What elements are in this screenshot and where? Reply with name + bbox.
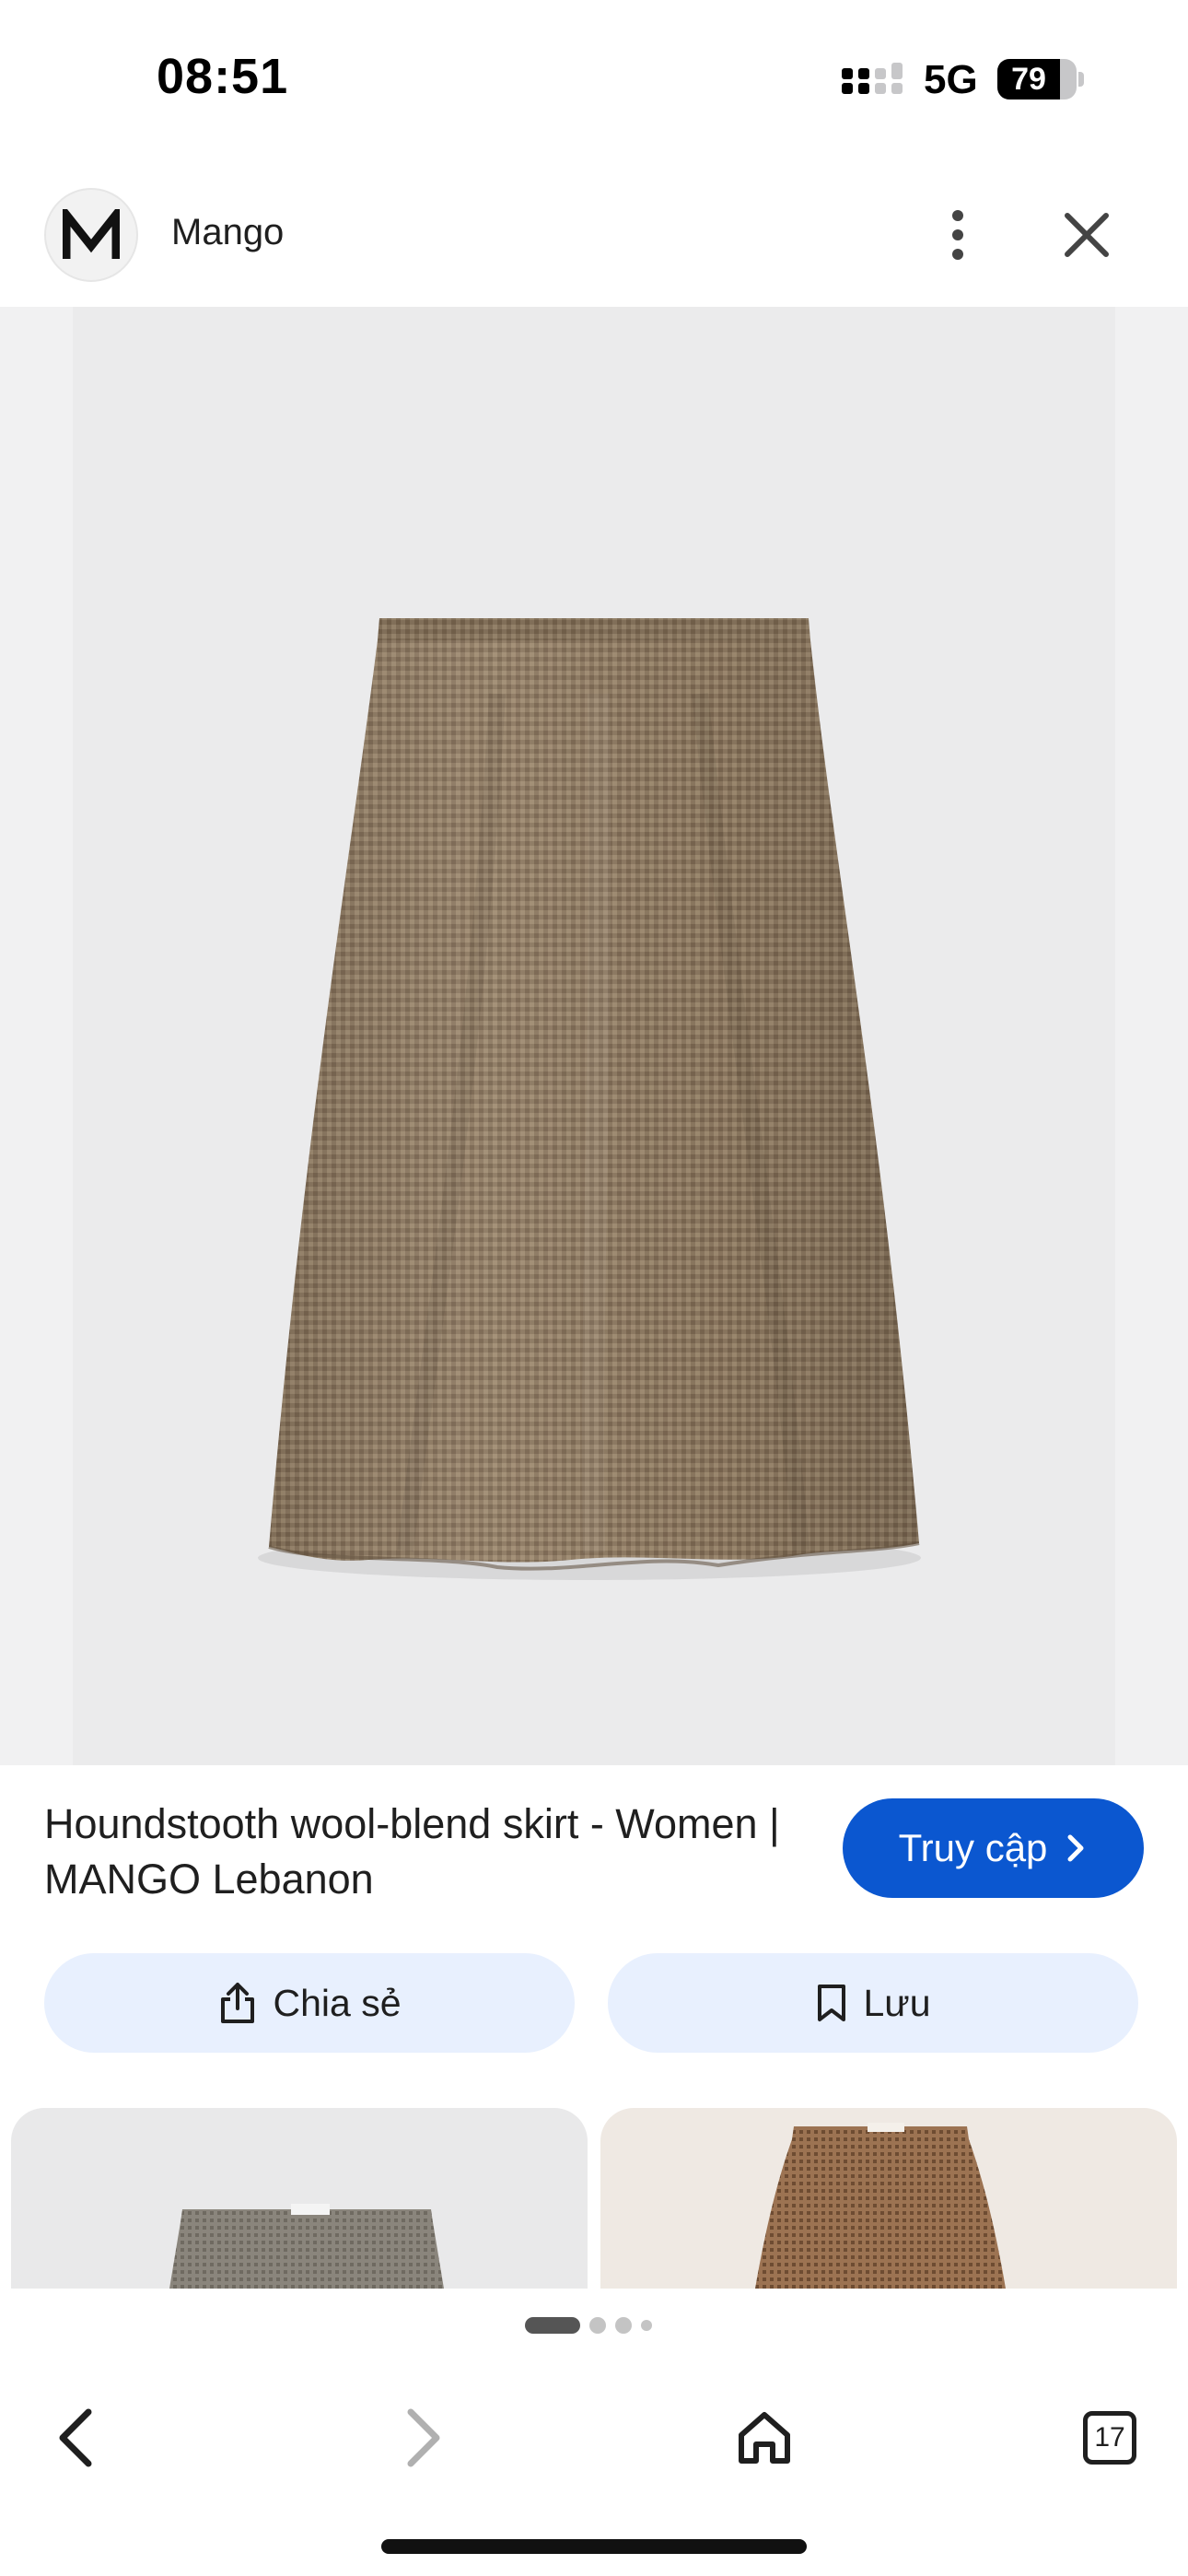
page-dot-active [525, 2317, 580, 2334]
mango-logo-icon [63, 209, 120, 259]
more-options-button[interactable] [926, 203, 990, 267]
forward-button[interactable] [376, 2392, 468, 2484]
product-title[interactable]: Houndstooth wool-blend skirt - Women | M… [44, 1797, 827, 1907]
bookmark-icon [818, 1985, 846, 2021]
close-icon [1065, 213, 1109, 257]
related-result-thumbnail[interactable] [600, 2108, 1177, 2289]
page-dot [615, 2317, 632, 2334]
status-bar: 08:51 5G 79 [0, 0, 1188, 157]
share-icon [221, 1983, 255, 2023]
tab-count: 17 [1094, 2422, 1125, 2453]
share-label: Chia sẻ [273, 1981, 402, 2024]
save-button[interactable]: Lưu [608, 1953, 1138, 2053]
browser-toolbar: 17 [0, 2289, 1188, 2576]
save-label: Lưu [863, 1981, 931, 2024]
battery-percent: 79 [1011, 62, 1046, 97]
page-dot [641, 2320, 652, 2331]
site-logo[interactable] [44, 188, 138, 282]
chevron-left-icon [59, 2408, 92, 2467]
home-indicator[interactable] [381, 2539, 807, 2554]
network-type: 5G [924, 57, 978, 102]
related-result-thumbnail[interactable] [11, 2108, 588, 2289]
status-time: 08:51 [157, 49, 289, 104]
cellular-signal-icon [842, 63, 903, 94]
home-button[interactable] [718, 2392, 810, 2484]
close-button[interactable] [1054, 203, 1119, 267]
tab-counter-icon: 17 [1083, 2411, 1136, 2465]
site-name[interactable]: Mango [171, 212, 284, 253]
page-dot [589, 2317, 606, 2334]
result-header: Mango [0, 175, 1188, 304]
page-indicator [525, 2317, 652, 2334]
product-image-skirt [258, 618, 921, 1580]
visit-label: Truy cập [898, 1826, 1048, 1869]
related-image-skirt-brown [755, 2123, 1006, 2289]
tabs-button[interactable]: 17 [1064, 2392, 1156, 2484]
chevron-right-icon [1067, 1834, 1084, 1862]
share-button[interactable]: Chia sẻ [44, 1953, 575, 2053]
battery-icon: 79 [997, 59, 1084, 100]
related-image-skirt-gray [169, 2204, 444, 2289]
product-image-viewer[interactable] [0, 307, 1188, 1765]
more-vert-icon [952, 210, 963, 260]
visit-site-button[interactable]: Truy cập [843, 1798, 1144, 1898]
chevron-right-icon [407, 2408, 440, 2467]
home-icon [739, 2412, 790, 2464]
back-button[interactable] [31, 2392, 123, 2484]
